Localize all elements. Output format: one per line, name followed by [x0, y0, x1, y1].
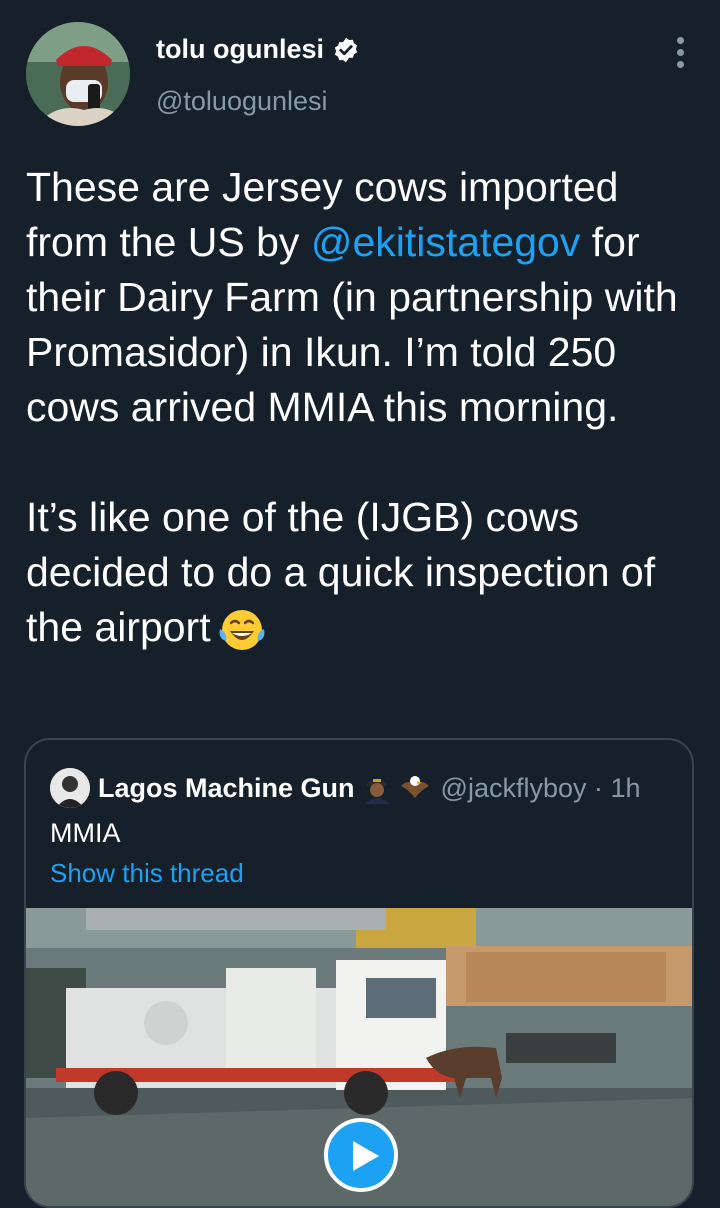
tweet-paragraph-2: It’s like one of the (IJGB) cows decided…	[26, 490, 696, 655]
quoted-author-name[interactable]: Lagos Machine Gun	[98, 773, 355, 804]
quoted-author-handle[interactable]: @jackflyboy · 1h	[441, 773, 641, 804]
quoted-author-avatar[interactable]	[50, 768, 90, 808]
eagle-icon	[400, 776, 429, 798]
tweet-paragraph-1: These are Jersey cows imported from the …	[26, 160, 696, 435]
play-icon[interactable]	[324, 1118, 398, 1192]
tweet-text: These are Jersey cows imported from the …	[26, 160, 696, 655]
show-thread-link[interactable]: Show this thread	[50, 858, 244, 889]
quoted-video-thumbnail[interactable]	[26, 908, 692, 1206]
verified-badge-icon	[334, 37, 358, 62]
mention-link[interactable]: @ekitistategov	[311, 219, 581, 265]
quoted-tweet-header: Lagos Machine Gun @jackflyboy · 1h	[50, 768, 641, 808]
author-avatar[interactable]	[26, 22, 130, 126]
pilot-icon	[364, 779, 389, 804]
quoted-tweet-text: MMIA	[50, 818, 121, 848]
face-with-tears-of-joy-icon	[219, 610, 265, 651]
tweet-text-part: It’s like one of the (IJGB) cows decided…	[26, 494, 656, 650]
author-name[interactable]: tolu ogunlesi	[156, 34, 324, 65]
author-handle[interactable]: @toluogunlesi	[156, 86, 328, 117]
author-name-row: tolu ogunlesi	[156, 34, 360, 65]
more-vertical-icon[interactable]	[668, 34, 692, 74]
quoted-tweet-card[interactable]: Lagos Machine Gun @jackflyboy · 1h MMIA …	[24, 738, 694, 1208]
